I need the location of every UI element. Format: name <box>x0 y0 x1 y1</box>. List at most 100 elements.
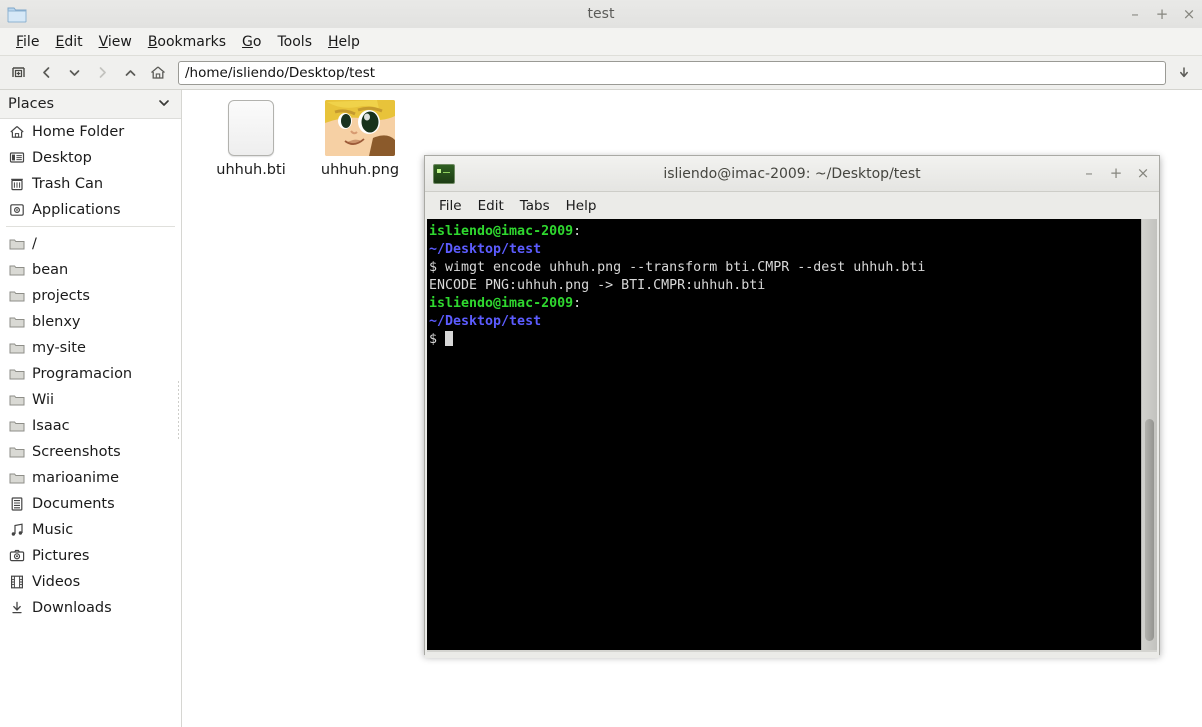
terminal-cursor <box>445 331 454 346</box>
terminal-menu-edit[interactable]: Edit <box>470 196 512 216</box>
file-item-png[interactable]: uhhuh.png <box>305 94 415 178</box>
sidebar-item-label: Pictures <box>32 548 90 564</box>
sidebar-item-videos[interactable]: Videos <box>0 569 181 595</box>
terminal-line-path-2: ~/Desktop/test <box>429 313 1141 331</box>
maximize-button[interactable]: + <box>1155 6 1169 22</box>
terminal-screen[interactable]: isliendo@imac-2009: ~/Desktop/test $ wim… <box>427 219 1141 650</box>
new-tab-icon[interactable] <box>4 60 32 86</box>
terminal-scrollbar-thumb[interactable] <box>1145 419 1154 641</box>
path-input[interactable]: /home/isliendo/Desktop/test <box>178 60 1166 85</box>
file-thumbnail <box>196 94 306 156</box>
terminal-menu-help[interactable]: Help <box>558 196 605 216</box>
file-manager-window-controls: – + × <box>1128 0 1196 28</box>
folder-icon <box>8 392 25 409</box>
menu-help-mnemonic: H <box>328 33 339 50</box>
sidebar-item-isaac[interactable]: Isaac <box>0 413 181 439</box>
folder-icon <box>8 314 25 331</box>
terminal-window-controls: – + × <box>1082 156 1150 191</box>
sidebar-item-desktop[interactable]: Desktop <box>0 145 181 171</box>
sidebar-item-screenshots[interactable]: Screenshots <box>0 439 181 465</box>
file-icon-view[interactable]: uhhuh.bti uhhuh.png isliendo@imac-2009: … <box>183 90 1202 727</box>
home-icon[interactable] <box>144 60 172 86</box>
terminal-user-host: isliendo@imac-2009 <box>429 296 574 311</box>
terminal-menubar: File Edit Tabs Help <box>425 192 1159 219</box>
sidebar-item-label: Applications <box>32 202 121 218</box>
applications-icon <box>8 202 25 219</box>
sidebar-item-marioanime[interactable]: marioanime <box>0 465 181 491</box>
terminal-line-command: $ wimgt encode uhhuh.png --transform bti… <box>429 259 1141 277</box>
trash-icon <box>8 176 25 193</box>
folder-icon <box>8 470 25 487</box>
menu-view-mnemonic: V <box>98 33 108 50</box>
menu-bookmarks-label: ookmarks <box>157 33 227 50</box>
sidebar-item-my-site[interactable]: my-site <box>0 335 181 361</box>
places-header[interactable]: Places <box>0 90 181 119</box>
folder-icon <box>8 418 25 435</box>
places-sidebar: Places Home Folder Desktop Trash Can App… <box>0 90 182 727</box>
sidebar-item-root[interactable]: / <box>0 231 181 257</box>
sidebar-item-music[interactable]: Music <box>0 517 181 543</box>
path-dropdown-icon[interactable] <box>1170 60 1198 86</box>
history-dropdown-icon[interactable] <box>60 60 88 86</box>
menu-edit[interactable]: Edit <box>47 31 90 53</box>
menu-bookmarks[interactable]: Bookmarks <box>140 31 234 53</box>
terminal-menu-tabs[interactable]: Tabs <box>512 196 558 216</box>
sidebar-item-downloads[interactable]: Downloads <box>0 595 181 621</box>
terminal-maximize-button[interactable]: + <box>1109 166 1123 181</box>
sidebar-item-label: Trash Can <box>32 176 104 192</box>
downloads-icon <box>8 600 25 617</box>
desktop-icon <box>8 150 25 167</box>
minimize-button[interactable]: – <box>1128 6 1142 22</box>
terminal-line-prompt-1: isliendo@imac-2009: <box>429 223 1141 241</box>
terminal-menu-file[interactable]: File <box>431 196 470 216</box>
menu-go[interactable]: Go <box>234 31 269 53</box>
terminal-titlebar[interactable]: isliendo@imac-2009: ~/Desktop/test – + × <box>425 156 1159 192</box>
sidebar-item-documents[interactable]: Documents <box>0 491 181 517</box>
sidebar-item-label: my-site <box>32 340 86 356</box>
menu-file[interactable]: File <box>8 31 47 53</box>
sidebar-item-projects[interactable]: projects <box>0 283 181 309</box>
up-chevron-icon[interactable] <box>116 60 144 86</box>
terminal-line-prompt-2: isliendo@imac-2009: <box>429 295 1141 313</box>
sidebar-item-wii[interactable]: Wii <box>0 387 181 413</box>
sidebar-item-programacion[interactable]: Programacion <box>0 361 181 387</box>
sidebar-item-blenxy[interactable]: blenxy <box>0 309 181 335</box>
sidebar-item-label: marioanime <box>32 470 120 486</box>
terminal-icon <box>433 163 455 184</box>
sidebar-resize-grip[interactable] <box>177 380 181 440</box>
sidebar-item-label: Music <box>32 522 74 538</box>
chevron-down-icon[interactable] <box>157 95 171 114</box>
back-chevron-icon[interactable] <box>32 60 60 86</box>
menu-tools[interactable]: Tools <box>269 31 320 53</box>
desktop-root: test – + × File Edit View Bookmarks Go T… <box>0 0 1202 727</box>
terminal-line-current: $ <box>429 331 1141 349</box>
file-manager-toolbar: /home/isliendo/Desktop/test <box>0 56 1202 90</box>
sidebar-item-label: Isaac <box>32 418 70 434</box>
terminal-colon: : <box>573 296 582 311</box>
menu-help[interactable]: Help <box>320 31 368 53</box>
music-icon <box>8 522 25 539</box>
sidebar-item-trash-can[interactable]: Trash Can <box>0 171 181 197</box>
terminal-path: ~/Desktop/test <box>429 242 542 257</box>
terminal-path: ~/Desktop/test <box>429 314 542 329</box>
sidebar-item-pictures[interactable]: Pictures <box>0 543 181 569</box>
folder-icon <box>8 366 25 383</box>
file-manager-app-icon <box>6 3 28 25</box>
sidebar-item-label: Documents <box>32 496 115 512</box>
menu-view[interactable]: View <box>91 31 140 53</box>
sidebar-item-bean[interactable]: bean <box>0 257 181 283</box>
file-item-bti[interactable]: uhhuh.bti <box>196 94 306 178</box>
menu-file-mnemonic: F <box>16 33 24 50</box>
terminal-close-button[interactable]: × <box>1136 166 1150 181</box>
file-name-label: uhhuh.png <box>320 162 400 178</box>
close-button[interactable]: × <box>1182 6 1196 22</box>
terminal-minimize-button[interactable]: – <box>1082 166 1096 181</box>
terminal-scrollbar[interactable] <box>1141 219 1157 650</box>
sidebar-item-label: Videos <box>32 574 81 590</box>
sidebar-item-home-folder[interactable]: Home Folder <box>0 119 181 145</box>
sidebar-item-applications[interactable]: Applications <box>0 197 181 223</box>
file-manager-titlebar: test – + × <box>0 0 1202 29</box>
terminal-line-output: ENCODE PNG:uhhuh.png -> BTI.CMPR:uhhuh.b… <box>429 277 1141 295</box>
folder-icon <box>8 444 25 461</box>
terminal-window[interactable]: isliendo@imac-2009: ~/Desktop/test – + ×… <box>424 155 1160 658</box>
